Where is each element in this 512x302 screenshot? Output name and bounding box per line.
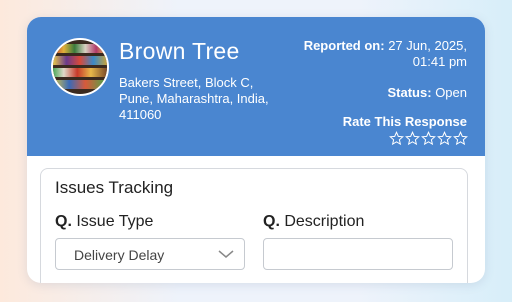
rating-stars[interactable] — [389, 131, 468, 146]
description-prefix: Q. — [263, 213, 280, 230]
report-header: Brown Tree Bakers Street, Block C, Pune,… — [27, 17, 485, 156]
reported-on-label: Reported on: — [303, 38, 385, 53]
reported-on: Reported on: 27 Jun, 2025, 01:41 pm — [304, 38, 467, 70]
star-icon[interactable] — [405, 131, 420, 146]
store-avatar — [51, 38, 109, 96]
issues-title: Issues Tracking — [55, 178, 174, 197]
star-icon[interactable] — [421, 131, 436, 146]
status-value: Open — [435, 85, 467, 100]
description-input[interactable] — [263, 238, 453, 270]
status-label: Status: — [387, 85, 432, 100]
issue-type-label: Q. Issue Type — [55, 213, 153, 231]
reported-on-value: 27 Jun, 2025, 01:41 pm — [388, 38, 467, 69]
status: Status: Open — [388, 85, 468, 100]
star-icon[interactable] — [437, 131, 452, 146]
rate-label: Rate This Response — [342, 114, 467, 129]
store-address: Bakers Street, Block C, Pune, Maharashtr… — [119, 75, 269, 122]
issue-type-select[interactable]: Delivery Delay — [55, 238, 245, 270]
store-name: Brown Tree — [119, 38, 240, 64]
issue-type-prefix: Q. — [55, 213, 72, 230]
chevron-down-icon — [218, 250, 234, 258]
star-icon[interactable] — [453, 131, 468, 146]
star-icon[interactable] — [389, 131, 404, 146]
issue-type-text: Issue Type — [76, 213, 154, 230]
description-text: Description — [284, 213, 365, 230]
issue-type-value: Delivery Delay — [74, 247, 165, 263]
report-card: Brown Tree Bakers Street, Block C, Pune,… — [27, 17, 485, 283]
description-label: Q. Description — [263, 213, 364, 231]
issues-panel: Issues Tracking Q. Issue Type Delivery D… — [40, 168, 468, 283]
